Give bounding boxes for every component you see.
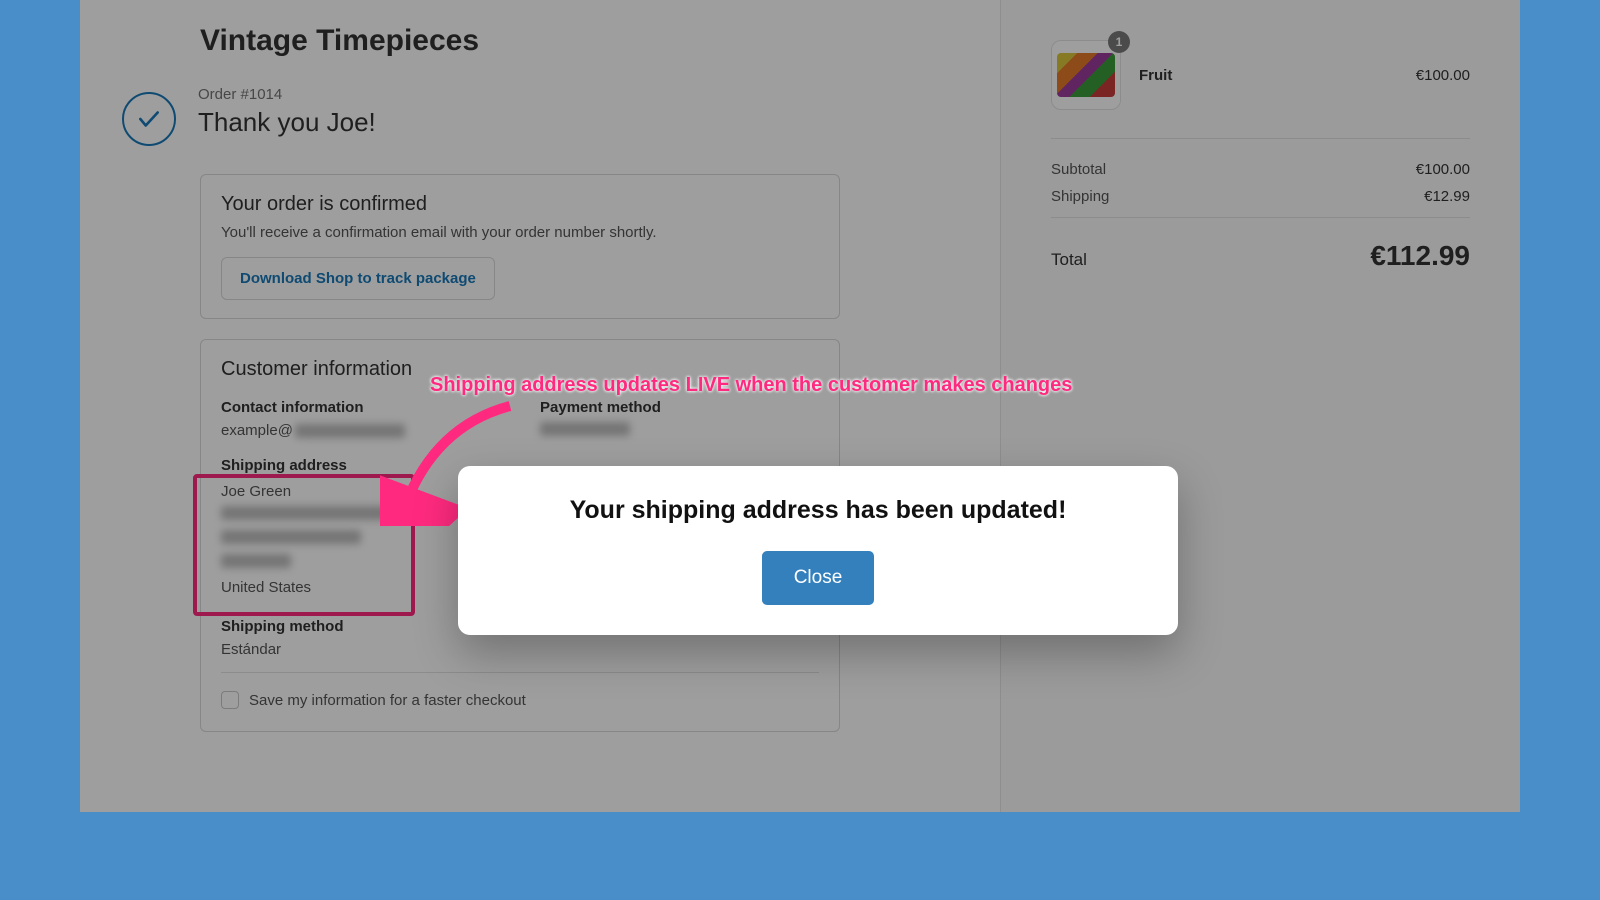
save-info-label: Save my information for a faster checkou… (249, 692, 526, 709)
main-column: Vintage Timepieces Order #1014 Thank you… (80, 0, 920, 812)
address-updated-modal: Your shipping address has been updated! … (458, 466, 1178, 635)
subtotal-label: Subtotal (1051, 161, 1106, 178)
contact-email: example@ (221, 422, 500, 439)
modal-title: Your shipping address has been updated! (478, 496, 1158, 525)
payment-method-label: Payment method (540, 399, 819, 416)
annotation-text: Shipping address updates LIVE when the c… (430, 374, 1072, 397)
shipping-address-label: Shipping address (221, 457, 500, 474)
quantity-badge: 1 (1108, 31, 1130, 53)
confirmation-title: Your order is confirmed (221, 193, 819, 216)
thank-you-name: Thank you Joe! (198, 107, 376, 138)
download-shop-button[interactable]: Download Shop to track package (221, 257, 495, 300)
order-summary-column: 1 Fruit €100.00 Subtotal €100.00 Shippin… (1000, 0, 1520, 812)
subtotal-value: €100.00 (1416, 161, 1470, 178)
thank-you-row: Order #1014 Thank you Joe! (122, 86, 920, 146)
shipping-value: €12.99 (1424, 188, 1470, 205)
product-price: €100.00 (1416, 67, 1470, 84)
close-button[interactable]: Close (762, 551, 875, 605)
product-name: Fruit (1139, 67, 1172, 84)
shipping-method-value: Estándar (221, 641, 500, 658)
contact-info-label: Contact information (221, 399, 500, 416)
checkmark-icon (122, 92, 176, 146)
total-value: €112.99 (1370, 240, 1470, 272)
save-info-checkbox[interactable] (221, 691, 239, 709)
shipping-label: Shipping (1051, 188, 1109, 205)
cart-line-item: 1 Fruit €100.00 (1051, 40, 1470, 110)
payment-method-value (540, 422, 819, 440)
confirmation-sub: You'll receive a confirmation email with… (221, 224, 819, 241)
total-label: Total (1051, 250, 1087, 270)
order-number: Order #1014 (198, 86, 376, 103)
shop-title: Vintage Timepieces (200, 24, 920, 58)
product-thumbnail: 1 (1051, 40, 1121, 110)
confirmation-card: Your order is confirmed You'll receive a… (200, 174, 840, 319)
